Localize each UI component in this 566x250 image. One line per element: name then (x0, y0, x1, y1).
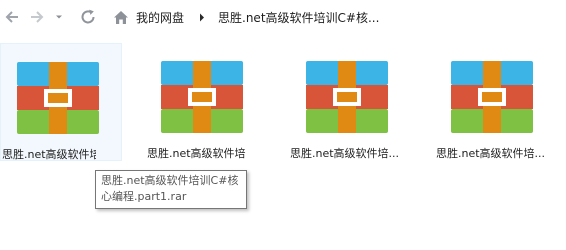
rar-archive-icon (451, 61, 533, 133)
file-item[interactable]: 思胜.net高级软件培 (145, 43, 267, 161)
refresh-icon (81, 9, 95, 24)
back-button[interactable] (1, 6, 23, 28)
breadcrumb-item-my-drive[interactable]: 我的网盘 (135, 9, 185, 26)
file-item[interactable]: 思胜.net高级软件培... (290, 43, 412, 161)
rar-archive-icon (306, 61, 388, 133)
file-list-area: 思胜.net高级软件培 思胜.net高级软件培 思胜.net高级软件培... 思… (0, 36, 566, 250)
rar-archive-icon (17, 62, 99, 134)
filename-tooltip: 思胜.net高级软件培训C#核 心编程.part1.rar (95, 170, 247, 209)
forward-button[interactable] (26, 6, 48, 28)
tooltip-line: 思胜.net高级软件培训C#核 (101, 174, 239, 187)
refresh-button[interactable] (77, 6, 99, 28)
forward-arrow-icon (31, 11, 44, 23)
recent-locations-button[interactable] (51, 6, 67, 28)
file-item[interactable]: 思胜.net高级软件培... (435, 43, 557, 161)
navigation-toolbar: 我的网盘 思胜.net高级软件培训C#核... (0, 0, 566, 36)
breadcrumb-item-current-folder[interactable]: 思胜.net高级软件培训C#核... (217, 9, 380, 26)
tooltip-line: 心编程.part1.rar (101, 190, 187, 203)
file-item[interactable]: 思胜.net高级软件培 (0, 43, 122, 161)
back-arrow-icon (5, 11, 18, 23)
rar-archive-icon (161, 61, 243, 133)
breadcrumb-separator-icon[interactable] (196, 13, 208, 22)
file-name: 思胜.net高级软件培 (2, 148, 96, 161)
address-bar[interactable]: 我的网盘 思胜.net高级软件培训C#核... (108, 6, 564, 28)
file-name: 思胜.net高级软件培... (436, 147, 546, 160)
file-name: 思胜.net高级软件培 (147, 147, 246, 160)
home-icon[interactable] (113, 9, 129, 25)
file-name: 思胜.net高级软件培... (290, 147, 400, 160)
chevron-down-icon (56, 15, 62, 19)
